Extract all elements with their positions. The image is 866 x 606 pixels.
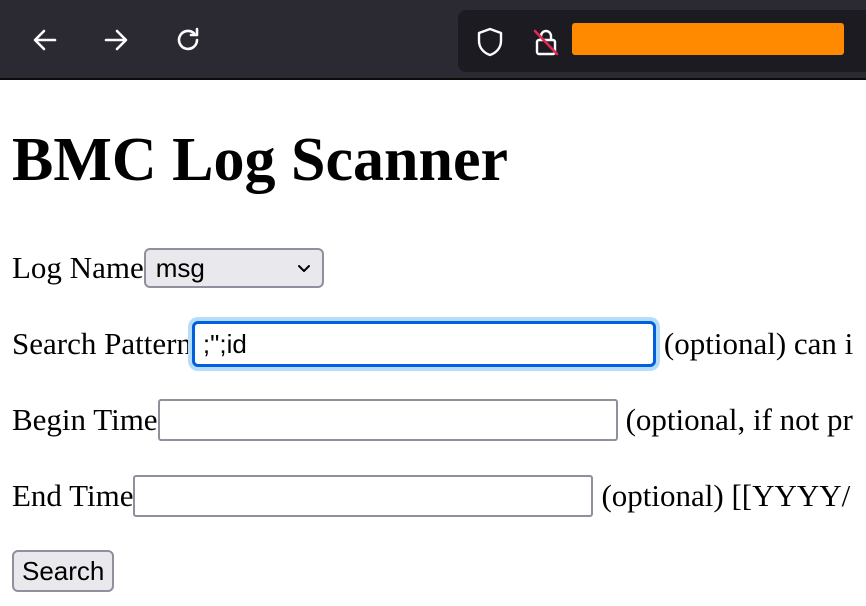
url-bar[interactable] [458,10,866,72]
arrow-right-icon [104,29,128,51]
end-time-hint: (optional) [[YYYY/ [601,478,851,513]
search-pattern-label: Search Pattern [12,326,192,361]
reload-icon [177,27,199,51]
begin-time-row: Begin Time (optional, if not pr [12,398,853,442]
end-time-row: End Time (optional) [[YYYY/ [12,474,850,518]
end-time-input[interactable] [133,475,594,517]
search-pattern-input[interactable] [191,321,656,367]
arrow-left-icon [33,29,57,51]
tracking-protection-shield-icon[interactable] [474,26,506,58]
page-title: BMC Log Scanner [12,126,508,194]
chevron-down-icon [297,265,310,272]
log-name-selected-value: msg [155,252,205,283]
back-button[interactable] [25,20,65,60]
insecure-lock-icon[interactable] [530,26,562,58]
browser-toolbar [0,0,866,80]
search-pattern-row: Search Pattern (optional) can i [12,321,854,367]
search-button[interactable]: Search [12,550,115,592]
search-pattern-hint: (optional) can i [663,326,854,361]
url-text-redacted[interactable] [572,23,844,55]
log-name-select[interactable]: msg [143,248,324,288]
begin-time-label: Begin Time [12,402,158,437]
begin-time-input[interactable] [157,399,618,441]
log-name-label: Log Name [12,250,144,285]
log-name-row: Log Name msg [12,246,324,290]
begin-time-hint: (optional, if not pr [625,402,853,437]
reload-button[interactable] [168,20,208,60]
forward-button[interactable] [96,20,136,60]
end-time-label: End Time [12,478,134,513]
